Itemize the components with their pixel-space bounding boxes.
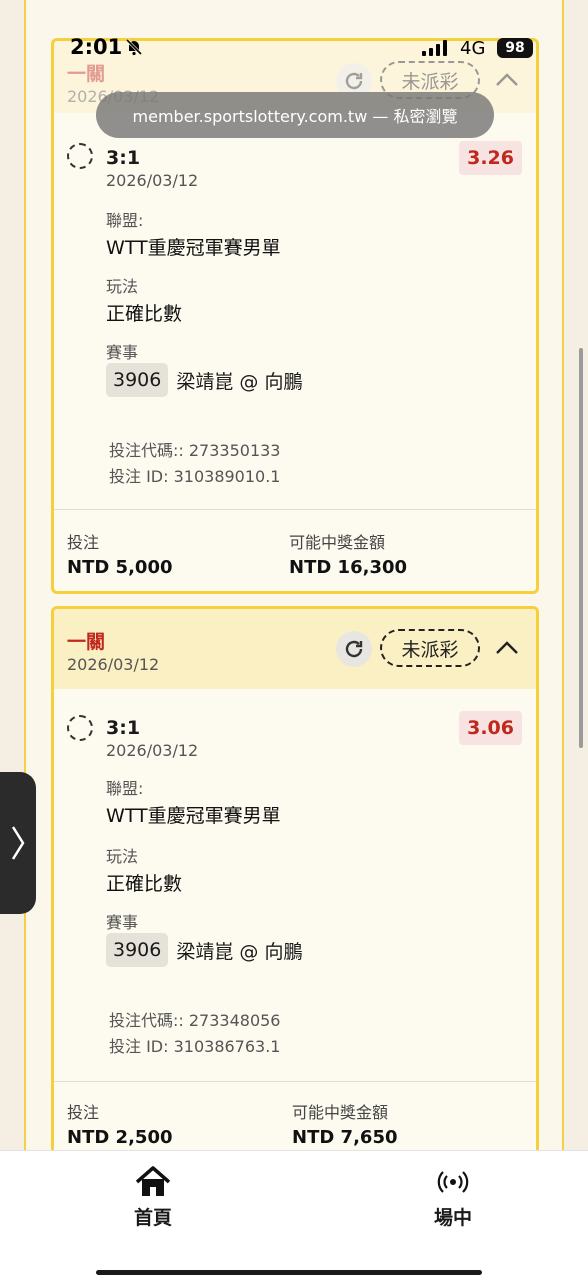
payout-label: 可能中獎金額 [289, 533, 386, 552]
chevron-up-icon[interactable] [494, 67, 520, 93]
selection-score: 3:1 [106, 147, 141, 169]
stake-value: NTD 5,000 [67, 557, 173, 578]
leg-date: 2026/03/12 [67, 655, 160, 674]
odds-value: 3.06 [459, 711, 522, 745]
odds-value: 3.26 [459, 141, 522, 175]
bet-card-header[interactable]: 一關 2026/03/12 未派彩 [54, 609, 536, 689]
live-broadcast-icon [408, 1165, 498, 1199]
bet-id: 投注 ID: 310386763.1 [109, 1037, 281, 1056]
battery-icon: 98 [497, 38, 533, 58]
clock: 2:01 [70, 35, 123, 59]
payout-value: NTD 7,650 [292, 1127, 398, 1148]
event-row: 3906 梁靖崑 @ 向鵬 [106, 933, 302, 967]
bet-card: 一關 2026/03/12 未派彩 3:1 2026/03/12 3.06 聯盟… [51, 606, 539, 1166]
stake-label: 投注 [67, 1103, 100, 1122]
bet-code: 投注代碼:: 273350133 [109, 441, 281, 460]
selection-score: 3:1 [106, 717, 141, 739]
nav-live[interactable]: 場中 [408, 1165, 498, 1230]
leg-title: 一關 [67, 631, 106, 653]
selection-radio[interactable] [67, 715, 93, 741]
refresh-icon[interactable] [336, 631, 372, 667]
stake-value: NTD 2,500 [67, 1127, 173, 1148]
bottom-nav: 首頁 場中 [0, 1150, 588, 1280]
selection-radio[interactable] [67, 143, 93, 169]
nav-home[interactable]: 首頁 [108, 1165, 198, 1230]
bet-code: 投注代碼:: 273348056 [109, 1011, 281, 1030]
event-row: 3906 梁靖崑 @ 向鵬 [106, 363, 302, 397]
market-value: 正確比數 [106, 303, 183, 325]
event-label: 賽事 [106, 913, 139, 932]
status-bar: 2:01 4G 98 [0, 0, 588, 59]
home-indicator [96, 1270, 482, 1275]
selection-date: 2026/03/12 [106, 741, 199, 760]
league-value: WTT重慶冠軍賽男單 [106, 237, 281, 259]
market-label: 玩法 [106, 277, 139, 296]
payout-value: NTD 16,300 [289, 557, 408, 578]
status-badge: 未派彩 [380, 629, 480, 667]
event-name: 梁靖崑 @ 向鵬 [176, 940, 303, 963]
nav-live-label: 場中 [433, 1207, 472, 1229]
signal-icon [422, 40, 447, 56]
network-type: 4G [460, 38, 486, 59]
address-bar[interactable]: member.sportslottery.com.tw — 私密瀏覽 [96, 92, 494, 138]
stake-label: 投注 [67, 533, 100, 552]
chevron-up-icon[interactable] [494, 635, 520, 661]
event-name: 梁靖崑 @ 向鵬 [176, 370, 303, 393]
scrollbar[interactable] [579, 348, 583, 748]
league-label: 聯盟: [106, 211, 144, 230]
payout-label: 可能中獎金額 [292, 1103, 389, 1122]
nav-home-label: 首頁 [133, 1207, 172, 1229]
league-label: 聯盟: [106, 779, 144, 798]
market-label: 玩法 [106, 847, 139, 866]
leg-title: 一關 [67, 63, 106, 85]
divider [54, 1081, 536, 1082]
chevron-right-icon [11, 826, 25, 860]
event-id: 3906 [106, 363, 169, 397]
silent-bell-icon [124, 37, 144, 61]
bet-id: 投注 ID: 310389010.1 [109, 467, 281, 486]
home-icon [108, 1165, 198, 1199]
divider [54, 509, 536, 510]
event-id: 3906 [106, 933, 169, 967]
market-value: 正確比數 [106, 873, 183, 895]
side-drawer-handle[interactable] [0, 772, 36, 914]
selection-date: 2026/03/12 [106, 171, 199, 190]
event-label: 賽事 [106, 343, 139, 362]
league-value: WTT重慶冠軍賽男單 [106, 805, 281, 827]
